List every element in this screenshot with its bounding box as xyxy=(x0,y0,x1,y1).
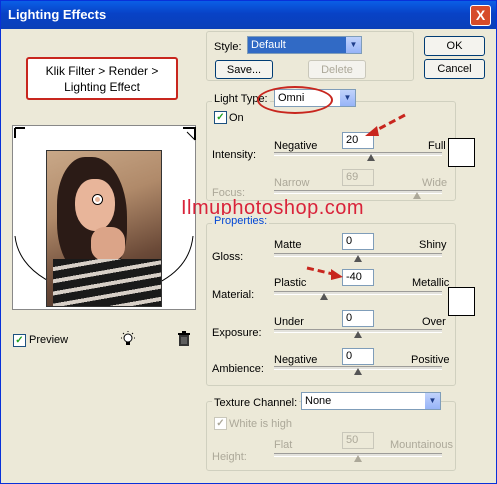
height-right-label: Mountainous xyxy=(390,439,453,451)
gloss-right-label: Shiny xyxy=(419,239,447,251)
close-button[interactable]: X xyxy=(470,5,491,26)
light-on-checkbox[interactable]: ✓ xyxy=(214,111,227,124)
title-bar[interactable]: Lighting Effects X xyxy=(1,1,496,29)
white-is-high-label: White is high xyxy=(229,418,292,430)
height-label: Height: xyxy=(212,451,247,463)
focus-slider-thumb xyxy=(412,192,421,200)
ambience-label: Ambience: xyxy=(212,363,264,375)
texture-channel-select[interactable]: None ▼ xyxy=(301,392,441,410)
material-slider[interactable] xyxy=(274,291,442,295)
height-slider-thumb xyxy=(354,455,362,463)
light-source-handle[interactable] xyxy=(93,195,102,204)
material-label: Material: xyxy=(212,289,255,301)
texture-channel-label: Texture Channel: xyxy=(212,397,300,409)
texture-channel-value: None xyxy=(305,395,332,407)
lighting-effects-dialog: Lighting Effects X ✓ Preview Klik Filter… xyxy=(0,0,497,484)
ambience-input[interactable]: 0 xyxy=(342,348,374,365)
light-type-highlight-ellipse xyxy=(257,86,333,114)
material-right-label: Metallic xyxy=(412,277,450,289)
watermark-text: Ilmuphotoshop.com xyxy=(181,197,365,219)
chevron-down-icon: ▼ xyxy=(425,393,440,409)
exposure-slider-thumb[interactable] xyxy=(354,331,362,339)
height-input: 50 xyxy=(342,432,374,449)
exposure-label: Exposure: xyxy=(212,327,262,339)
material-left-label: Plastic xyxy=(274,277,307,289)
intensity-slider[interactable] xyxy=(274,152,442,156)
preview-checkbox[interactable]: ✓ xyxy=(13,334,26,347)
style-label: Style: xyxy=(214,41,242,53)
intensity-label: Intensity: xyxy=(212,149,257,161)
instruction-callout: Klik Filter > Render > Lighting Effect xyxy=(26,57,178,100)
focus-input: 69 xyxy=(342,169,374,186)
exposure-left-label: Under xyxy=(274,316,304,328)
gloss-label: Gloss: xyxy=(212,251,244,263)
chevron-down-icon: ▼ xyxy=(346,37,361,53)
properties-heading: Properties: xyxy=(212,215,270,227)
material-input[interactable]: -40 xyxy=(342,269,374,286)
photo-hand xyxy=(91,227,125,261)
cancel-button[interactable]: Cancel xyxy=(424,59,485,79)
ambience-left-label: Negative xyxy=(274,354,318,366)
window-title: Lighting Effects xyxy=(8,7,107,22)
height-left-label: Flat xyxy=(274,439,293,451)
preview-label: Preview xyxy=(29,334,69,346)
photo-sweater xyxy=(53,259,161,306)
photo-face xyxy=(75,179,115,231)
gloss-slider-thumb[interactable] xyxy=(354,255,362,263)
material-annotation-arrow xyxy=(306,266,343,280)
preview-canvas[interactable] xyxy=(12,125,196,310)
save-button[interactable]: Save... xyxy=(215,60,273,79)
ambience-right-label: Positive xyxy=(411,354,450,366)
style-select[interactable]: Default ▼ xyxy=(247,36,362,54)
white-is-high-checkbox: ✓ xyxy=(214,417,227,430)
trash-icon[interactable] xyxy=(177,331,191,347)
intensity-slider-thumb[interactable] xyxy=(367,154,376,162)
light-on-label: On xyxy=(229,112,244,124)
ambience-slider-thumb[interactable] xyxy=(354,368,362,376)
gloss-left-label: Matte xyxy=(274,239,302,251)
light-bulb-icon[interactable] xyxy=(119,330,137,348)
focus-right-label: Wide xyxy=(422,177,448,189)
preview-photo xyxy=(46,150,162,307)
material-slider-thumb[interactable] xyxy=(320,293,329,301)
chevron-down-icon: ▼ xyxy=(340,90,355,106)
gloss-input[interactable]: 0 xyxy=(342,233,374,250)
style-value: Default xyxy=(251,39,286,51)
light-color-swatch[interactable] xyxy=(448,138,475,167)
ambient-color-swatch[interactable] xyxy=(448,287,475,316)
exposure-right-label: Over xyxy=(422,316,446,328)
intensity-right-label: Full xyxy=(428,140,446,152)
intensity-annotation-arrow xyxy=(365,113,406,136)
delete-button: Delete xyxy=(308,60,366,79)
intensity-left-label: Negative xyxy=(274,140,318,152)
ok-button[interactable]: OK xyxy=(424,36,485,56)
focus-left-label: Narrow xyxy=(274,177,310,189)
exposure-input[interactable]: 0 xyxy=(342,310,374,327)
